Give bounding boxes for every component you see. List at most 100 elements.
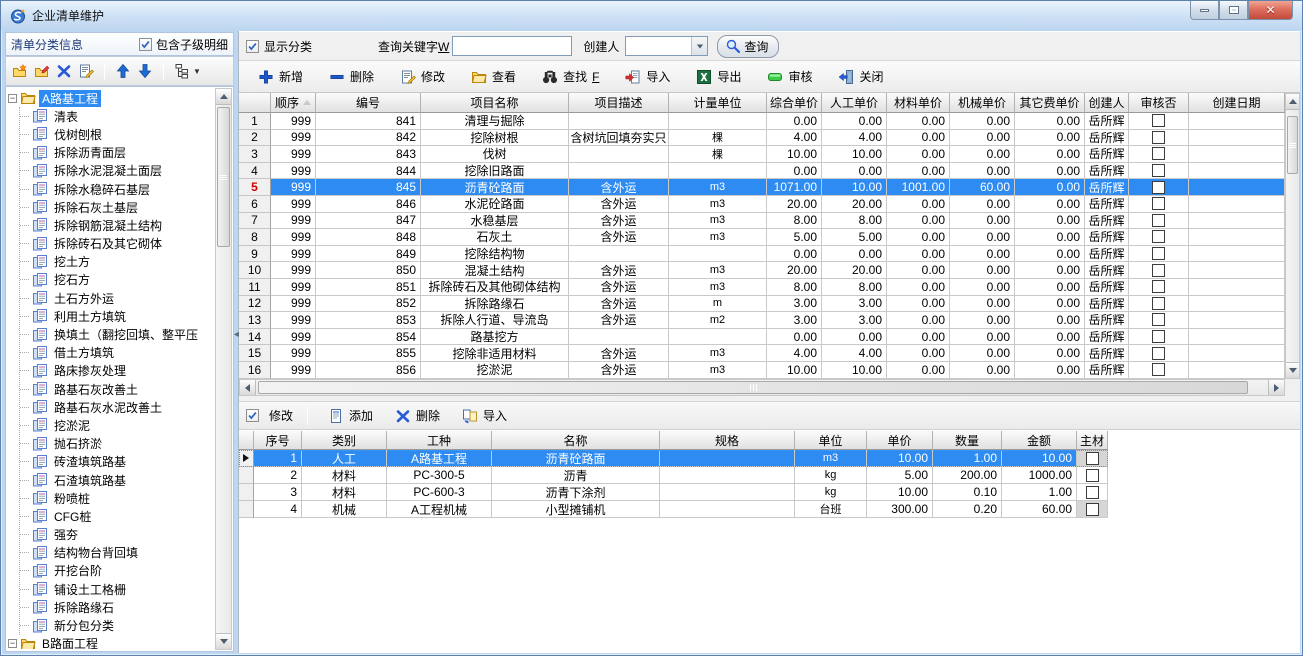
- grid-cell-date[interactable]: [1189, 146, 1285, 163]
- grid-cell-date[interactable]: [1189, 312, 1285, 329]
- grid-cell-audited[interactable]: [1129, 179, 1189, 196]
- resource-grid-row[interactable]: 2材料PC-300-5沥青kg5.00200.001000.00: [239, 467, 1108, 484]
- main-material-checkbox[interactable]: [1086, 486, 1099, 499]
- tree-leaf-label[interactable]: 拆除水泥混凝土面层: [51, 162, 165, 179]
- grid-cell-mach[interactable]: 0.00: [950, 262, 1015, 279]
- grid-cell-mach[interactable]: 0.00: [950, 362, 1015, 379]
- column-header-11[interactable]: 创建人: [1085, 93, 1129, 113]
- grid-cell-name[interactable]: 石灰土: [421, 229, 569, 246]
- detail-import-button[interactable]: 导入: [456, 404, 513, 427]
- grid-cell-seq[interactable]: 999: [271, 130, 316, 147]
- row-number-cell[interactable]: 3: [239, 146, 271, 163]
- row-number-cell[interactable]: 6: [239, 196, 271, 213]
- grid-cell-desc[interactable]: 含外运: [569, 279, 669, 296]
- tree-leaf-label[interactable]: 粉喷桩: [51, 490, 93, 507]
- grid-cell-desc[interactable]: [569, 246, 669, 263]
- tree-leaf-item[interactable]: 粉喷桩: [20, 489, 214, 507]
- detail-cell-spec[interactable]: [660, 467, 795, 484]
- row-selector-cell[interactable]: [239, 467, 254, 484]
- grid-cell-other[interactable]: 0.00: [1015, 329, 1085, 346]
- include-children-checkbox[interactable]: [139, 38, 152, 51]
- move-down-button[interactable]: [137, 63, 153, 79]
- row-selector-cell[interactable]: [239, 450, 254, 467]
- column-header-3[interactable]: 项目名称: [421, 93, 569, 113]
- tree-leaf-item[interactable]: 路基石灰水泥改善土: [20, 398, 214, 416]
- grid-cell-desc[interactable]: [569, 329, 669, 346]
- add-button[interactable]: 新增: [252, 65, 309, 88]
- grid-cell-audited[interactable]: [1129, 279, 1189, 296]
- grid-cell-desc[interactable]: 含外运: [569, 213, 669, 230]
- grid-cell-audited[interactable]: [1129, 213, 1189, 230]
- grid-cell-unit[interactable]: m3: [669, 362, 767, 379]
- grid-cell-unit[interactable]: 棵: [669, 130, 767, 147]
- column-header-13[interactable]: 创建日期: [1189, 93, 1285, 113]
- row-number-cell[interactable]: 16: [239, 362, 271, 379]
- grid-cell-seq[interactable]: 999: [271, 329, 316, 346]
- grid-cell-creator[interactable]: 岳所辉: [1085, 130, 1129, 147]
- tree-leaf-item[interactable]: 挖土方: [20, 253, 214, 271]
- grid-cell-mat[interactable]: 0.00: [887, 329, 950, 346]
- grid-cell-date[interactable]: [1189, 345, 1285, 362]
- grid-cell-other[interactable]: 0.00: [1015, 229, 1085, 246]
- tree-leaf-label[interactable]: 路基石灰水泥改善土: [51, 399, 165, 416]
- grid-cell-seq[interactable]: 999: [271, 146, 316, 163]
- tree-leaf-label[interactable]: 路床掺灰处理: [51, 362, 129, 379]
- grid-cell-desc[interactable]: [569, 163, 669, 180]
- grid-cell-mach[interactable]: 0.00: [950, 329, 1015, 346]
- resource-grid-row[interactable]: 1人工A路基工程沥青砼路面m310.001.0010.00: [239, 450, 1108, 467]
- grid-cell-unit[interactable]: m3: [669, 179, 767, 196]
- tree-leaf-label[interactable]: 砖渣填筑路基: [51, 453, 129, 470]
- grid-cell-code[interactable]: 847: [316, 213, 421, 230]
- column-header-2[interactable]: 编号: [316, 93, 421, 113]
- row-number-cell[interactable]: 8: [239, 229, 271, 246]
- grid-cell-other[interactable]: 0.00: [1015, 146, 1085, 163]
- grid-cell-code[interactable]: 854: [316, 329, 421, 346]
- tree-layout-button[interactable]: ▼: [174, 63, 201, 79]
- detail-cell-qty[interactable]: 1.00: [933, 450, 1002, 467]
- grid-cell-date[interactable]: [1189, 179, 1285, 196]
- tree-node-folder[interactable]: −B路面工程: [8, 635, 214, 649]
- grid-cell-mach[interactable]: 60.00: [950, 179, 1015, 196]
- tree-leaf-label[interactable]: 石渣填筑路基: [51, 472, 129, 489]
- grid-scroll-right-button[interactable]: [1268, 380, 1284, 395]
- tree-leaf-item[interactable]: 拆除石灰土基层: [20, 198, 214, 216]
- grid-cell-code[interactable]: 846: [316, 196, 421, 213]
- grid-cell-code[interactable]: 850: [316, 262, 421, 279]
- detail-cell-main[interactable]: [1077, 450, 1108, 467]
- tree-leaf-item[interactable]: 借土方填筑: [20, 344, 214, 362]
- grid-cell-creator[interactable]: 岳所辉: [1085, 229, 1129, 246]
- grid-cell-audited[interactable]: [1129, 113, 1189, 130]
- grid-cell-desc[interactable]: 含外运: [569, 196, 669, 213]
- detail-column-header-10[interactable]: 主材: [1077, 431, 1108, 450]
- detail-cell-main[interactable]: [1077, 484, 1108, 501]
- detail-cell-category[interactable]: 机械: [302, 501, 387, 518]
- tree-leaf-item[interactable]: 拆除砖石及其它砌体: [20, 235, 214, 253]
- grid-cell-comp[interactable]: 8.00: [767, 213, 822, 230]
- item-grid-row[interactable]: 4999844挖除旧路面0.000.000.000.000.00岳所辉: [239, 163, 1285, 180]
- item-grid-row[interactable]: 12999852拆除路缘石含外运m3.003.000.000.000.00岳所辉: [239, 296, 1285, 313]
- item-grid-row[interactable]: 8999848石灰土含外运m35.005.000.000.000.00岳所辉: [239, 229, 1285, 246]
- column-header-7[interactable]: 人工单价: [822, 93, 887, 113]
- minimize-button[interactable]: [1190, 1, 1219, 20]
- grid-cell-date[interactable]: [1189, 229, 1285, 246]
- tree-leaf-item[interactable]: 拆除路缘石: [20, 598, 214, 616]
- grid-cell-other[interactable]: 0.00: [1015, 246, 1085, 263]
- grid-cell-name[interactable]: 伐树: [421, 146, 569, 163]
- rename-category-button[interactable]: [78, 63, 94, 79]
- grid-cell-other[interactable]: 0.00: [1015, 196, 1085, 213]
- grid-cell-desc[interactable]: 含外运: [569, 345, 669, 362]
- grid-cell-comp[interactable]: 0.00: [767, 113, 822, 130]
- grid-scroll-up-button[interactable]: [1286, 94, 1299, 110]
- tree-leaf-item[interactable]: 结构物台背回填: [20, 544, 214, 562]
- tree-leaf-label[interactable]: 拆除砖石及其它砌体: [51, 235, 165, 252]
- creator-select[interactable]: [625, 36, 708, 56]
- item-grid-horizontal-scrollbar[interactable]: [239, 379, 1285, 396]
- tree-leaf-item[interactable]: 拆除水泥混凝土面层: [20, 162, 214, 180]
- column-header-9[interactable]: 机械单价: [950, 93, 1015, 113]
- modify-checkbox[interactable]: [246, 409, 259, 422]
- grid-cell-comp[interactable]: 5.00: [767, 229, 822, 246]
- grid-cell-unit[interactable]: [669, 113, 767, 130]
- creator-dropdown-button[interactable]: [691, 37, 707, 55]
- row-number-cell[interactable]: 9: [239, 246, 271, 263]
- audited-checkbox[interactable]: [1152, 297, 1165, 310]
